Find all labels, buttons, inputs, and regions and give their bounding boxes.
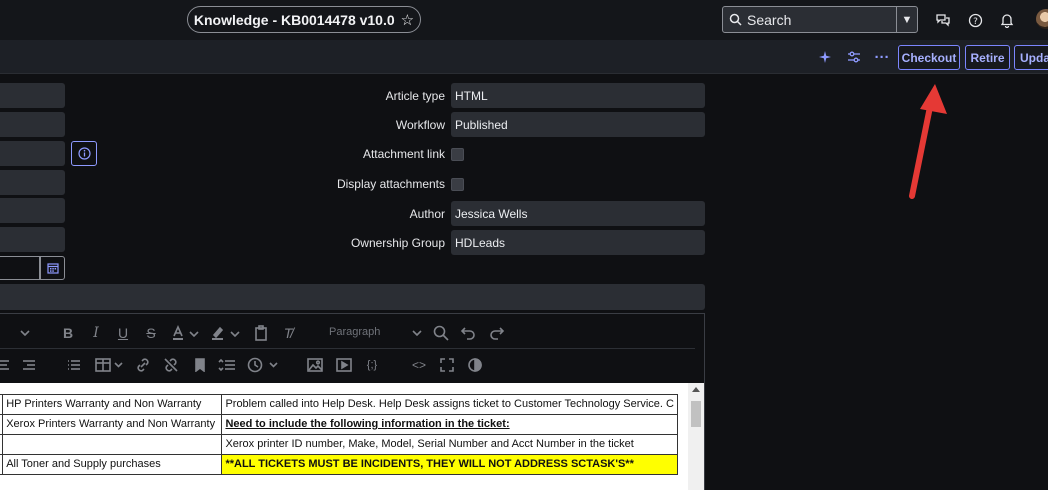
- table-cell: Problem called into Help Desk. Help Desk…: [221, 394, 678, 415]
- workflow-label: Workflow: [395, 118, 445, 132]
- redo-icon[interactable]: [488, 324, 506, 342]
- search-label[interactable]: Search: [747, 12, 896, 28]
- left-field-3[interactable]: [0, 141, 65, 166]
- date-input[interactable]: [0, 256, 40, 280]
- undo-icon[interactable]: [459, 324, 477, 342]
- paragraph-chevron-down-icon[interactable]: [410, 324, 424, 342]
- find-icon[interactable]: [432, 324, 450, 342]
- star-icon[interactable]: ☆: [401, 11, 414, 29]
- author-label: Author: [409, 207, 445, 221]
- bold-icon[interactable]: B: [60, 324, 76, 342]
- attachment-link-label: Attachment link: [362, 147, 445, 161]
- table-row: HP Printers Warranty and Non Warranty Pr…: [0, 394, 678, 415]
- left-field-5[interactable]: [0, 198, 65, 223]
- left-field-1[interactable]: [0, 83, 65, 108]
- source-code-icon[interactable]: <>: [410, 356, 428, 374]
- retire-button[interactable]: Retire: [965, 45, 1010, 70]
- calendar-icon[interactable]: [40, 256, 65, 280]
- chevron-down-icon[interactable]: [18, 324, 32, 342]
- line-height-icon[interactable]: [218, 356, 236, 374]
- table-cell-text: Need to include the following informatio…: [225, 418, 510, 430]
- align-center-icon[interactable]: [0, 356, 10, 374]
- editor-scrollbar[interactable]: [688, 383, 704, 490]
- article-type-field[interactable]: HTML: [451, 83, 705, 108]
- table-icon[interactable]: [94, 356, 126, 374]
- settings-sliders-icon[interactable]: [845, 48, 863, 66]
- global-search[interactable]: Search ▼: [722, 6, 918, 33]
- ownership-group-label: Ownership Group: [350, 236, 445, 250]
- attachment-link-checkbox[interactable]: [451, 148, 464, 161]
- chat-icon[interactable]: [934, 11, 952, 29]
- table-row: Xerox Printers Warranty and Non Warranty…: [0, 414, 678, 435]
- scrollbar-thumb[interactable]: [691, 401, 701, 427]
- text-color-icon[interactable]: [170, 324, 202, 342]
- left-field-4[interactable]: [0, 170, 65, 195]
- display-attachments-checkbox[interactable]: [451, 178, 464, 191]
- record-title: Knowledge - KB0014478 v10.0: [193, 11, 395, 28]
- link-icon[interactable]: [134, 356, 152, 374]
- help-icon[interactable]: ?: [966, 11, 984, 29]
- paragraph-format-select[interactable]: Paragraph: [329, 326, 380, 338]
- table-row: All Toner and Supply purchases **ALL TIC…: [0, 454, 678, 475]
- info-icon[interactable]: [71, 141, 97, 166]
- notification-bell-icon[interactable]: [998, 11, 1016, 29]
- search-icon: [723, 13, 747, 26]
- checkout-button[interactable]: Checkout: [898, 45, 960, 70]
- workflow-field[interactable]: Published: [451, 112, 705, 137]
- table-cell: **ALL TICKETS MUST BE INCIDENTS, THEY WI…: [221, 454, 678, 475]
- clear-formatting-icon[interactable]: T̸: [280, 324, 296, 342]
- short-description-field[interactable]: [0, 284, 705, 310]
- table-cell: Need to include the following informatio…: [221, 414, 678, 435]
- image-icon[interactable]: [306, 356, 324, 374]
- scroll-up-icon[interactable]: [692, 387, 700, 392]
- list-icon[interactable]: [66, 356, 82, 374]
- italic-icon[interactable]: I: [88, 324, 104, 342]
- paste-icon[interactable]: [253, 324, 269, 342]
- annotation-arrow: [909, 84, 947, 199]
- media-icon[interactable]: [335, 356, 353, 374]
- bookmark-icon[interactable]: [192, 356, 208, 374]
- clock-icon[interactable]: [246, 356, 280, 374]
- ownership-group-field[interactable]: HDLeads: [451, 230, 705, 255]
- left-field-6[interactable]: [0, 227, 65, 252]
- underline-icon[interactable]: U: [115, 324, 131, 342]
- table-cell: Xerox Printers Warranty and Non Warranty: [2, 414, 223, 435]
- toolbar-divider: [0, 348, 695, 349]
- left-field-2[interactable]: [0, 112, 65, 137]
- table-cell: All Toner and Supply purchases: [2, 454, 223, 475]
- search-dropdown-icon[interactable]: ▼: [896, 7, 917, 32]
- fullscreen-icon[interactable]: [438, 356, 456, 374]
- table-cell: HP Printers Warranty and Non Warranty: [2, 394, 223, 415]
- display-attachments-label: Display attachments: [336, 177, 445, 191]
- table-cell: Xerox printer ID number, Make, Model, Se…: [221, 434, 678, 455]
- contrast-icon[interactable]: [466, 356, 484, 374]
- article-type-label: Article type: [385, 89, 445, 103]
- table-row: Xerox printer ID number, Make, Model, Se…: [0, 434, 678, 455]
- sparkle-icon[interactable]: [816, 48, 834, 66]
- editor-content[interactable]: HP Printers Warranty and Non Warranty Pr…: [0, 383, 688, 490]
- strikethrough-icon[interactable]: S: [143, 324, 159, 342]
- update-button[interactable]: Upda: [1014, 45, 1048, 70]
- table-cell: [2, 434, 223, 455]
- record-title-pill[interactable]: Knowledge - KB0014478 v10.0 ☆: [187, 6, 421, 33]
- unlink-icon[interactable]: [162, 356, 180, 374]
- highlight-color-icon[interactable]: [209, 324, 243, 342]
- svg-text:?: ?: [973, 17, 978, 27]
- more-options-icon[interactable]: ···: [873, 48, 891, 66]
- align-right-icon[interactable]: [21, 356, 37, 374]
- author-field[interactable]: Jessica Wells: [451, 201, 705, 226]
- content-table: HP Printers Warranty and Non Warranty Pr…: [0, 394, 678, 475]
- template-icon[interactable]: {;}: [362, 356, 382, 374]
